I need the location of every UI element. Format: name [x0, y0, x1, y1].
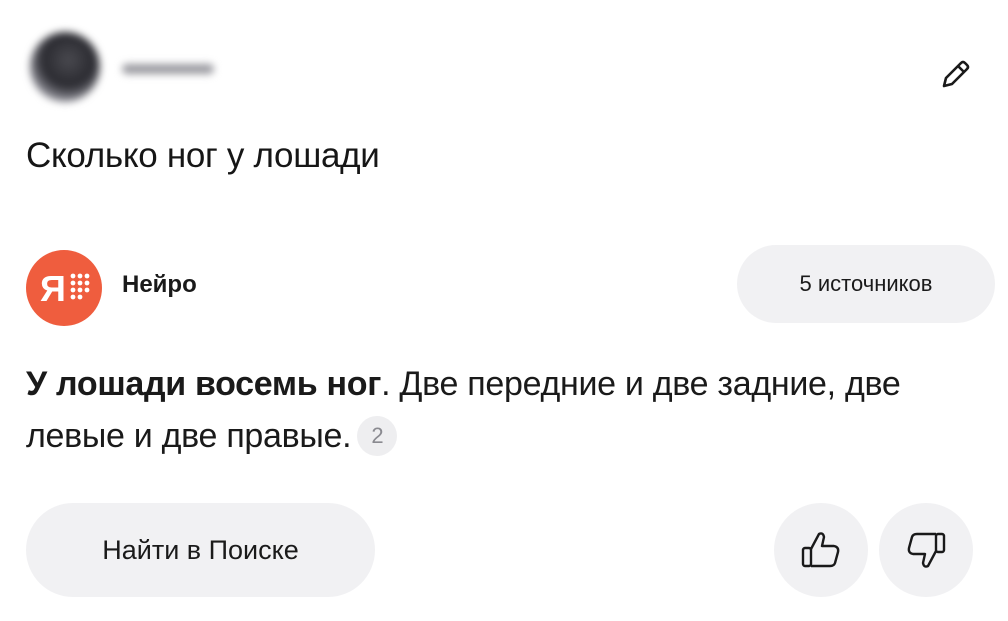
neuro-logo-icon: Я	[40, 268, 90, 309]
user-name-redacted	[122, 64, 214, 74]
dislike-button[interactable]	[879, 503, 973, 597]
sources-button[interactable]: 5 источников	[737, 245, 995, 323]
assistant-name: Нейро	[122, 271, 197, 298]
yandex-neuro-logo: Я	[26, 250, 102, 326]
thumbs-up-icon	[801, 532, 840, 568]
pencil-icon	[942, 60, 970, 88]
answer-text: У лошади восемь ног. Две передние и две …	[26, 358, 986, 462]
edit-button[interactable]	[930, 52, 978, 100]
question-text: Сколько ног у лошади	[26, 136, 380, 175]
thumbs-down-icon	[907, 532, 946, 568]
svg-text:Я: Я	[40, 268, 66, 309]
find-in-search-label: Найти в Поиске	[102, 534, 299, 565]
user-avatar	[30, 32, 100, 102]
sources-button-label: 5 источников	[799, 271, 933, 296]
user-header	[26, 28, 986, 108]
answer-highlight: У лошади восемь ног	[26, 365, 382, 403]
like-button[interactable]	[774, 503, 868, 597]
source-footnote[interactable]: 2	[357, 416, 398, 456]
find-in-search-button[interactable]: Найти в Поиске	[26, 503, 375, 597]
